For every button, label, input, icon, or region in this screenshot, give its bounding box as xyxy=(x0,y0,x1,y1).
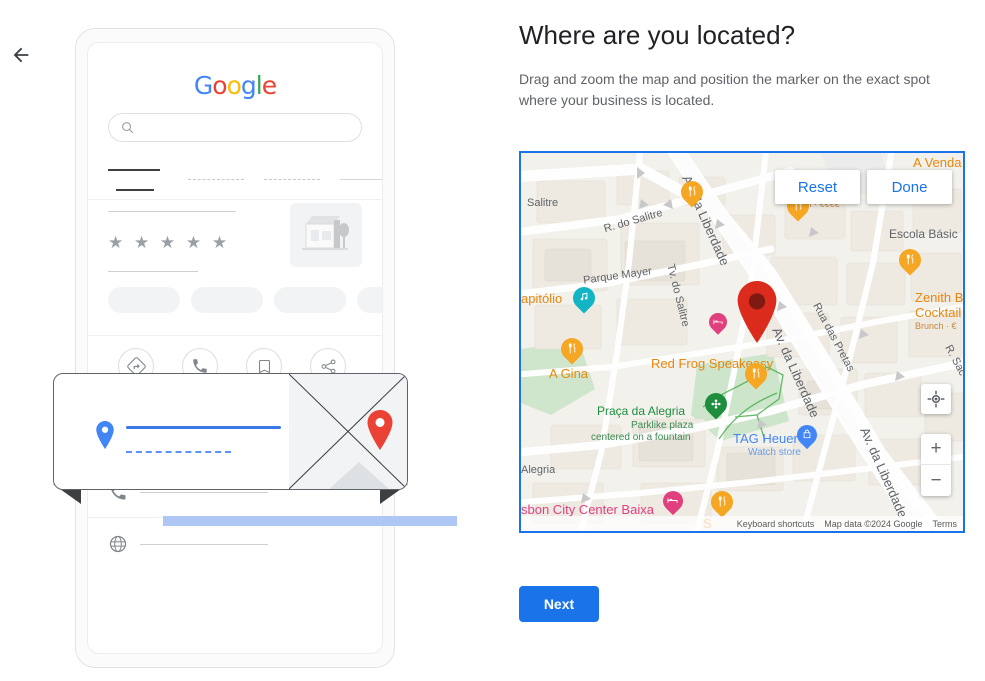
mock-tabstrip xyxy=(108,165,382,199)
poi-pin-hotel xyxy=(658,486,688,517)
poi-pin-restaurant xyxy=(740,358,772,391)
mini-map-preview xyxy=(289,374,407,489)
zoom-controls[interactable]: + − xyxy=(921,434,951,496)
poi-pin-restaurant xyxy=(706,486,738,519)
tab-placeholder xyxy=(340,179,382,180)
content-panel: Where are you located? Drag and zoom the… xyxy=(519,20,985,111)
page-title: Where are you located? xyxy=(519,20,796,50)
red-location-marker[interactable] xyxy=(733,281,781,343)
value-placeholder xyxy=(140,544,268,545)
value-placeholder xyxy=(140,492,268,493)
chip-placeholder xyxy=(191,287,263,313)
poi-pin-music xyxy=(568,282,600,315)
address-line-2-placeholder xyxy=(126,451,231,453)
chip-placeholder xyxy=(274,287,346,313)
divider xyxy=(88,199,382,200)
poi-pin-shop xyxy=(792,420,822,451)
tab-placeholder xyxy=(188,179,244,180)
terms-link[interactable]: Terms xyxy=(933,519,958,529)
map-attribution: Keyboard shortcuts Map data ©2024 Google… xyxy=(521,516,963,531)
mock-search-input xyxy=(108,113,362,142)
globe-icon xyxy=(108,534,128,554)
back-button[interactable] xyxy=(4,38,38,72)
map-data-text: Map data ©2024 Google xyxy=(824,518,923,529)
keyboard-shortcuts-link[interactable]: Keyboard shortcuts xyxy=(737,519,815,529)
next-button[interactable]: Next xyxy=(519,586,599,622)
done-button[interactable]: Done xyxy=(867,170,952,204)
rating-stars: ★ ★ ★ ★ ★ xyxy=(108,233,231,252)
zoom-in-button[interactable]: + xyxy=(921,434,951,465)
red-map-pin-icon xyxy=(365,410,395,455)
address-preview-card xyxy=(53,373,408,490)
address-line-1-placeholder xyxy=(126,426,281,429)
tab-active-indicator xyxy=(116,189,154,191)
chip-placeholder xyxy=(108,287,180,313)
phone-illustration: Google ★ ★ ★ ★ ★ xyxy=(53,28,457,668)
poi-pin-hotel xyxy=(705,309,731,337)
google-logo: Google xyxy=(193,71,277,100)
page-description: Drag and zoom the map and position the m… xyxy=(519,71,930,109)
blue-map-pin-icon xyxy=(94,421,116,454)
poi-pin-restaurant xyxy=(676,176,708,209)
zoom-out-button[interactable]: − xyxy=(921,465,951,496)
reset-button[interactable]: Reset xyxy=(775,170,860,204)
poi-pin-park xyxy=(700,388,732,421)
mock-chip-row xyxy=(108,287,382,313)
location-map[interactable]: Salitre R. do Salitre Parque Mayer apitó… xyxy=(519,151,965,533)
poi-pin-restaurant xyxy=(894,244,926,277)
my-location-icon xyxy=(927,390,945,408)
business-category-placeholder xyxy=(108,271,198,272)
my-location-button[interactable] xyxy=(921,384,951,414)
storefront-icon xyxy=(290,203,362,267)
arrow-back-icon xyxy=(13,47,29,63)
business-name-placeholder xyxy=(108,211,236,212)
poi-pin-restaurant xyxy=(556,333,588,366)
phone-screen: Google ★ ★ ★ ★ ★ xyxy=(87,42,383,654)
chip-placeholder xyxy=(357,287,382,313)
search-icon xyxy=(122,122,134,134)
tab-placeholder xyxy=(108,169,160,171)
tab-placeholder xyxy=(264,179,320,180)
card-blue-bar xyxy=(163,516,457,526)
